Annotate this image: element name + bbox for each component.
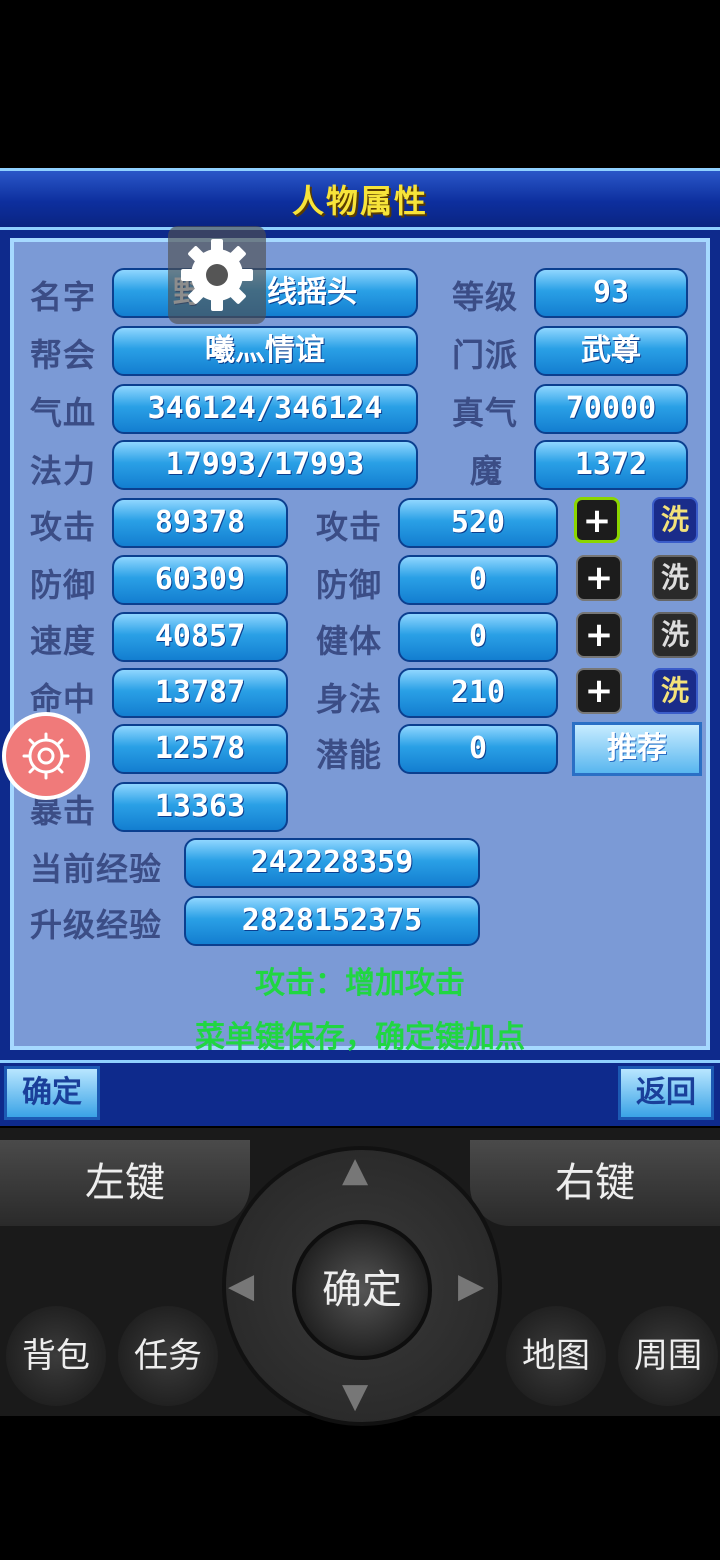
physique-label: 健体 — [316, 622, 383, 660]
physique-value: 0 — [398, 612, 558, 662]
attack-plus-button[interactable]: + — [574, 497, 620, 543]
dpad-confirm-button[interactable]: 确定 — [292, 1220, 432, 1360]
speed-label: 速度 — [30, 622, 97, 660]
potential-value: 0 — [398, 724, 558, 774]
page-title: 人物属性 — [291, 182, 428, 220]
demon-label: 魔 — [470, 452, 504, 490]
bottom-bar — [0, 1060, 720, 1126]
guild-label: 帮会 — [30, 336, 97, 374]
guild-value: 曦灬情谊 — [112, 326, 418, 376]
hint-attack: 攻击：增加攻击 — [255, 966, 465, 1001]
attack-label: 攻击 — [30, 508, 97, 546]
defense-label: 防御 — [30, 566, 97, 604]
defense-point-value: 0 — [398, 555, 558, 605]
qi-label: 真气 — [452, 394, 519, 432]
agility-wash-button[interactable]: 洗 — [652, 668, 698, 714]
agility-value: 210 — [398, 668, 558, 718]
arrow-right-icon[interactable]: ▶ — [458, 1266, 484, 1306]
map-button[interactable]: 地图 — [506, 1306, 606, 1406]
gear-outline-icon — [22, 732, 70, 780]
confirm-button[interactable]: 确定 — [4, 1066, 100, 1120]
left-soft-key[interactable]: 左键 — [0, 1140, 250, 1226]
defense-point-label: 防御 — [316, 566, 383, 604]
dodge-value: 12578 — [112, 724, 288, 774]
speed-value: 40857 — [112, 612, 288, 662]
settings-overlay-button[interactable] — [168, 226, 266, 324]
hit-value: 13787 — [112, 668, 288, 718]
potential-label: 潜能 — [316, 736, 383, 774]
physique-plus-button[interactable]: + — [576, 612, 622, 658]
bag-button[interactable]: 背包 — [6, 1306, 106, 1406]
crit-value: 13363 — [112, 782, 288, 832]
attack-point-label: 攻击 — [316, 508, 383, 546]
physique-wash-button[interactable]: 洗 — [652, 612, 698, 658]
level-value: 93 — [534, 268, 688, 318]
sect-value: 武尊 — [534, 326, 688, 376]
sect-label: 门派 — [452, 336, 519, 374]
level-label: 等级 — [452, 278, 519, 316]
defense-wash-button[interactable]: 洗 — [652, 555, 698, 601]
right-soft-key[interactable]: 右键 — [470, 1140, 720, 1226]
agility-label: 身法 — [316, 680, 383, 718]
hp-value: 346124/346124 — [112, 384, 418, 434]
mana-label: 法力 — [30, 452, 97, 490]
arrow-down-icon[interactable]: ▼ — [342, 1376, 368, 1416]
attack-wash-button[interactable]: 洗 — [652, 497, 698, 543]
hint-save: 菜单键保存，确定键加点 — [195, 1020, 525, 1055]
name-label: 名字 — [30, 278, 97, 316]
current-exp-value: 242228359 — [184, 838, 480, 888]
gear-icon — [181, 239, 253, 311]
defense-value: 60309 — [112, 555, 288, 605]
attack-point-value: 520 — [398, 498, 558, 548]
hp-label: 气血 — [30, 394, 97, 432]
around-button[interactable]: 周围 — [618, 1306, 718, 1406]
levelup-exp-label: 升级经验 — [30, 906, 163, 944]
back-button[interactable]: 返回 — [618, 1066, 714, 1120]
qi-value: 70000 — [534, 384, 688, 434]
levelup-exp-value: 2828152375 — [184, 896, 480, 946]
arrow-up-icon[interactable]: ▲ — [342, 1150, 368, 1190]
task-button[interactable]: 任务 — [118, 1306, 218, 1406]
current-exp-label: 当前经验 — [30, 850, 163, 888]
floating-settings-button[interactable] — [2, 712, 90, 800]
mana-value: 17993/17993 — [112, 440, 418, 490]
arrow-left-icon[interactable]: ◀ — [228, 1266, 254, 1306]
attack-value: 89378 — [112, 498, 288, 548]
defense-plus-button[interactable]: + — [576, 555, 622, 601]
demon-value: 1372 — [534, 440, 688, 490]
agility-plus-button[interactable]: + — [576, 668, 622, 714]
recommend-button[interactable]: 推荐 — [572, 722, 702, 776]
